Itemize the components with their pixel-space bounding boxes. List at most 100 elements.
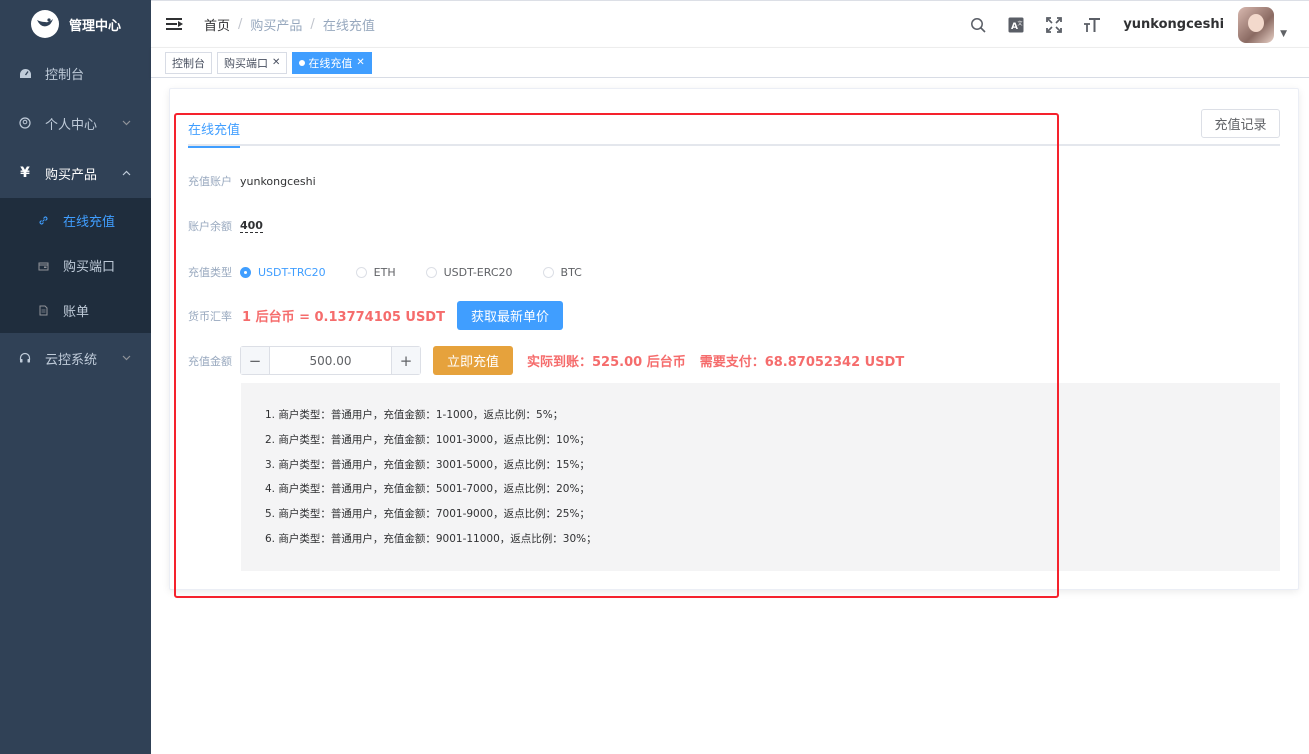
sidebar-item-label: 账单 [63,305,90,320]
balance-label: 账户余额 [188,220,232,233]
avatar[interactable] [1238,6,1275,43]
breadcrumb-separator: / [238,16,243,32]
username[interactable]: yunkongceshi [1123,17,1224,32]
document-icon [36,305,50,316]
account-label: 充值账户 [188,175,232,188]
rate-row: 货币汇率 1 后台币 = 0.13774105 USDT 获取最新单价 [188,301,563,330]
radio-btc[interactable]: BTC [542,265,582,279]
search-icon[interactable] [969,16,987,34]
account-value: yunkongceshi [240,174,316,188]
translate-icon[interactable]: A文 [1007,16,1025,34]
sidebar-item-cloud-control[interactable]: 云控系统 [0,333,151,383]
tab-online-recharge[interactable]: 在线充值 [188,119,241,148]
radio-label: USDT-TRC20 [258,265,326,279]
recharge-now-button[interactable]: 立即充值 [433,346,514,375]
tag-label: 控制台 [172,56,205,70]
rate-label: 货币汇率 [188,309,232,323]
sidebar-item-bill[interactable]: 账单 [0,288,151,333]
sidebar-item-label: 购买产品 [45,167,98,183]
header-actions: A文 yunkongceshi ▼ [949,1,1287,48]
sidebar-item-dashboard[interactable]: 控制台 [0,48,151,98]
sidebar: 管理中心 控制台 个人中心 ¥ 购买产品 在线充值 购买端口 账单 云控系统 [0,0,151,754]
radio-circle [542,266,554,278]
sidebar-item-label: 云控系统 [45,352,98,368]
font-size-icon[interactable] [1083,16,1101,34]
list-item: 3. 商户类型：普通用户，充值金额：3001-5000，返点比例：15%； [265,458,590,471]
refresh-price-button[interactable]: 获取最新单价 [456,301,563,330]
exchange-rate: 1 后台币 = 0.13774105 USDT [242,310,445,325]
decrease-button[interactable]: − [241,347,270,374]
radio-usdt-erc20[interactable]: USDT-ERC20 [425,265,513,279]
increase-button[interactable]: + [391,347,420,374]
recharge-record-button[interactable]: 充值记录 [1201,109,1280,138]
svg-text:文: 文 [1018,20,1023,27]
radio-eth[interactable]: ETH [355,265,396,279]
chevron-down-icon [122,353,131,364]
user-icon [18,117,32,129]
radio-label: ETH [373,265,396,279]
account-row: 充值账户 yunkongceshi [188,173,316,189]
list-item: 6. 商户类型：普通用户，充值金额：9001-11000，返点比例：30%； [265,532,597,545]
radio-label: BTC [560,265,582,279]
type-label: 充值类型 [188,266,232,279]
type-row: 充值类型 USDT-TRC20 ETH USDT-ERC20 BTC [188,264,612,280]
radio-circle [425,266,437,278]
breadcrumb-separator: / [310,16,315,32]
amount-label: 充值金额 [188,354,232,368]
sidebar-item-label: 在线充值 [63,215,116,230]
tabs: 在线充值 [188,109,1280,148]
recharge-card: 在线充值 充值记录 充值账户 yunkongceshi 账户余额 400 充值类… [169,88,1299,590]
sidebar-item-label: 个人中心 [45,117,98,133]
yen-icon: ¥ [20,165,30,181]
sidebar-item-online-recharge[interactable]: 在线充值 [0,198,151,243]
amount-stepper: − 500.00 + [240,346,421,375]
fullscreen-icon[interactable] [1045,16,1063,34]
close-icon[interactable]: ✕ [356,57,364,68]
sidebar-item-buy-port[interactable]: 购买端口 [0,243,151,288]
close-icon[interactable]: ✕ [272,57,280,68]
sidebar-item-buy-products[interactable]: ¥ 购买产品 [0,148,151,198]
headset-icon [18,352,32,364]
amount-row: 充值金额 − 500.00 + 立即充值 实际到账：525.00 后台币 需要支… [188,346,904,375]
breadcrumb-home[interactable]: 首页 [204,15,230,34]
list-item: 4. 商户类型：普通用户，充值金额：5001-7000，返点比例：20%； [265,483,590,496]
tag-online-recharge[interactable]: 在线充值 ✕ [292,51,372,74]
radio-circle [355,266,367,278]
app-title: 管理中心 [69,18,122,34]
sidebar-item-profile[interactable]: 个人中心 [0,98,151,148]
tags-view: 控制台 购买端口 ✕ 在线充值 ✕ [151,48,1309,78]
radio-usdt-trc20[interactable]: USDT-TRC20 [240,266,326,279]
payment-required-text: 需要支付：68.87052342 USDT [699,355,905,370]
list-item: 5. 商户类型：普通用户，充值金额：7001-9000，返点比例：25%； [265,508,590,521]
rebate-tips: 1. 商户类型：普通用户，充值金额：1-1000，返点比例：5%； 2. 商户类… [241,383,1280,571]
bird-logo-icon [31,10,59,38]
breadcrumb-current: 在线充值 [322,18,375,34]
list-item: 2. 商户类型：普通用户，充值金额：1001-3000，返点比例：10%； [265,433,590,446]
logo[interactable]: 管理中心 [0,0,151,48]
chevron-down-icon [122,118,131,129]
balance-value: 400 [240,219,263,233]
radio-circle [240,266,251,278]
link-icon [36,215,50,226]
tag-label: 购买端口 [224,56,268,70]
tag-dashboard[interactable]: 控制台 [165,51,212,74]
breadcrumb: 首页 / 购买产品 / 在线充值 [204,15,375,34]
amount-input[interactable]: 500.00 [270,347,391,374]
balance-row: 账户余额 400 [188,218,263,234]
hamburger-menu-icon[interactable] [166,17,183,31]
dashboard-icon [18,68,32,79]
actual-arrival-text: 实际到账：525.00 后台币 [527,355,686,370]
tag-buy-port[interactable]: 购买端口 ✕ [217,51,288,74]
sidebar-item-label: 控制台 [45,67,85,83]
wallet-icon [36,261,50,271]
list-item: 1. 商户类型：普通用户，充值金额：1-1000，返点比例：5%； [265,409,564,421]
caret-down-icon[interactable]: ▼ [1280,29,1287,39]
tag-label: 在线充值 [308,56,353,70]
radio-label: USDT-ERC20 [443,265,513,279]
main-content: 在线充值 充值记录 充值账户 yunkongceshi 账户余额 400 充值类… [151,78,1309,754]
submenu-buy-products: 在线充值 购买端口 账单 [0,198,151,333]
breadcrumb-buy-products: 购买产品 [250,18,303,34]
topbar: 首页 / 购买产品 / 在线充值 A文 yunkongceshi ▼ [151,0,1309,48]
active-dot-icon [299,59,306,66]
sidebar-item-label: 购买端口 [63,260,116,275]
